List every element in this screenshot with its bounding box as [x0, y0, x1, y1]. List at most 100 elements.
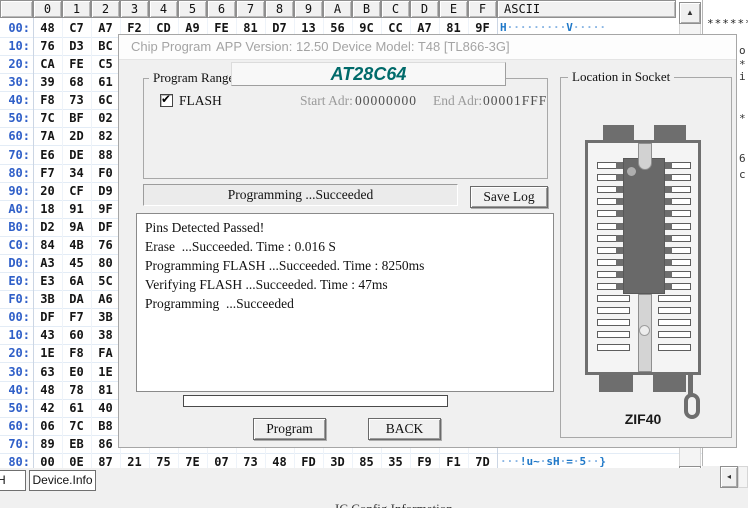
hex-byte-cell[interactable]: 78 — [62, 381, 91, 399]
hex-byte-cell[interactable]: 45 — [62, 254, 91, 272]
hex-byte-cell[interactable]: D3 — [62, 37, 91, 55]
hex-byte-cell[interactable]: 6A — [62, 272, 91, 290]
hex-byte-cell[interactable]: C5 — [91, 55, 120, 73]
hex-byte-cell[interactable]: CA — [33, 55, 62, 73]
grid-line — [33, 18, 34, 470]
hex-byte-cell[interactable]: 06 — [33, 417, 62, 435]
hex-byte-cell[interactable]: 61 — [91, 73, 120, 91]
hex-byte-cell[interactable]: 61 — [62, 399, 91, 417]
hex-byte-cell[interactable]: C7 — [62, 19, 91, 37]
hex-byte-cell[interactable]: 3B — [33, 290, 62, 308]
hex-byte-cell[interactable]: E6 — [33, 146, 62, 164]
hex-byte-cell[interactable]: 84 — [33, 236, 62, 254]
hex-byte-cell[interactable]: 7A — [33, 127, 62, 145]
dialog-titlebar[interactable]: Chip Program APP Version: 12.50 Device M… — [119, 35, 736, 60]
hex-byte-cell[interactable]: 9F — [91, 200, 120, 218]
scroll-up-button[interactable]: ▲ — [679, 2, 701, 24]
hex-byte-cell[interactable]: E3 — [33, 272, 62, 290]
hex-byte-cell[interactable]: 40 — [91, 399, 120, 417]
pin-slot-left — [597, 319, 630, 326]
hex-byte-cell[interactable]: 18 — [33, 200, 62, 218]
hex-byte-cell[interactable]: 6C — [91, 91, 120, 109]
hex-byte-cell[interactable]: A3 — [33, 254, 62, 272]
hex-byte-cell[interactable]: A7 — [91, 19, 120, 37]
hex-byte-cell[interactable]: 1E — [91, 363, 120, 381]
horizontal-scrollbar[interactable] — [738, 466, 748, 488]
hex-byte-cell[interactable]: FE — [62, 55, 91, 73]
hex-byte-cell[interactable]: B8 — [91, 417, 120, 435]
hex-byte-cell[interactable]: 2D — [62, 127, 91, 145]
tab-device-info[interactable]: Device.Info — [29, 470, 96, 491]
pin-contact-left — [616, 235, 623, 242]
hex-byte-cell[interactable]: 48 — [33, 381, 62, 399]
hex-byte-cell[interactable]: DA — [62, 290, 91, 308]
pin-contact-right — [665, 210, 672, 217]
hex-byte-cell[interactable]: EB — [62, 435, 91, 453]
pin-contact-right — [665, 283, 672, 290]
hex-header-cell: 7 — [236, 0, 265, 18]
hex-byte-cell[interactable]: F8 — [62, 344, 91, 362]
hex-byte-cell[interactable]: 86 — [91, 435, 120, 453]
hex-byte-cell[interactable]: DF — [91, 218, 120, 236]
tab-buffer[interactable]: H — [0, 470, 26, 491]
hex-byte-cell[interactable]: FA — [91, 344, 120, 362]
program-button[interactable]: Program — [253, 418, 326, 440]
hex-byte-cell[interactable]: D2 — [33, 218, 62, 236]
hex-byte-cell[interactable]: D9 — [91, 182, 120, 200]
hex-byte-cell[interactable]: 39 — [33, 73, 62, 91]
hex-byte-cell[interactable]: 63 — [33, 363, 62, 381]
hex-address: C0: — [0, 236, 30, 254]
hex-byte-cell[interactable]: 73 — [62, 91, 91, 109]
flash-label: FLASH — [179, 93, 222, 109]
hex-byte-cell[interactable]: 5C — [91, 272, 120, 290]
hex-byte-cell[interactable]: E0 — [62, 363, 91, 381]
pin-contact-right — [665, 247, 672, 254]
hex-byte-cell[interactable]: 82 — [91, 127, 120, 145]
hex-byte-cell[interactable]: 88 — [91, 146, 120, 164]
hex-byte-cell[interactable]: 1E — [33, 344, 62, 362]
hex-byte-cell[interactable]: F0 — [91, 164, 120, 182]
hex-byte-cell[interactable]: BC — [91, 37, 120, 55]
ascii-asterisk-row: ****** — [707, 17, 748, 30]
scroll-left-button[interactable]: ◂ — [720, 466, 738, 488]
end-adr-value: 00001FFF — [483, 93, 547, 109]
hex-byte-cell[interactable]: 9A — [62, 218, 91, 236]
hex-byte-cell[interactable]: 60 — [62, 326, 91, 344]
hex-byte-cell[interactable]: 38 — [91, 326, 120, 344]
hex-byte-cell[interactable]: 80 — [91, 254, 120, 272]
hex-address: 10: — [0, 326, 30, 344]
ic-chip — [623, 158, 665, 294]
hex-byte-cell[interactable]: 76 — [33, 37, 62, 55]
hex-byte-cell[interactable]: 3B — [91, 308, 120, 326]
pin-contact-left — [616, 162, 623, 169]
hex-byte-cell[interactable]: 34 — [62, 164, 91, 182]
hex-byte-cell[interactable]: 02 — [91, 109, 120, 127]
hex-byte-cell[interactable]: 89 — [33, 435, 62, 453]
hex-byte-cell[interactable]: 4B — [62, 236, 91, 254]
hex-byte-cell[interactable]: DE — [62, 146, 91, 164]
hex-byte-cell[interactable]: 20 — [33, 182, 62, 200]
hex-byte-cell[interactable]: DF — [33, 308, 62, 326]
hex-header-cell: C — [381, 0, 410, 18]
hex-byte-cell[interactable]: 68 — [62, 73, 91, 91]
back-button[interactable]: BACK — [368, 418, 441, 440]
hex-byte-cell[interactable]: F7 — [33, 164, 62, 182]
hex-byte-cell[interactable]: F7 — [62, 308, 91, 326]
log-textarea[interactable]: Pins Detected Passed!Erase ...Succeeded.… — [136, 213, 554, 392]
hex-byte-cell[interactable]: 42 — [33, 399, 62, 417]
save-log-button[interactable]: Save Log — [470, 186, 548, 208]
hex-byte-cell[interactable]: 43 — [33, 326, 62, 344]
hex-byte-cell[interactable]: 48 — [33, 19, 62, 37]
hex-byte-cell[interactable]: 76 — [91, 236, 120, 254]
hex-byte-cell[interactable]: 81 — [91, 381, 120, 399]
hex-byte-cell[interactable]: BF — [62, 109, 91, 127]
hex-byte-cell[interactable]: 7C — [33, 109, 62, 127]
flash-checkbox[interactable]: ✔ — [160, 94, 173, 107]
hex-byte-cell[interactable]: 91 — [62, 200, 91, 218]
hex-byte-cell[interactable]: 7C — [62, 417, 91, 435]
lever-shaft — [638, 143, 652, 170]
hex-header-cell: 9 — [294, 0, 323, 18]
hex-byte-cell[interactable]: A6 — [91, 290, 120, 308]
hex-byte-cell[interactable]: F8 — [33, 91, 62, 109]
hex-byte-cell[interactable]: CF — [62, 182, 91, 200]
